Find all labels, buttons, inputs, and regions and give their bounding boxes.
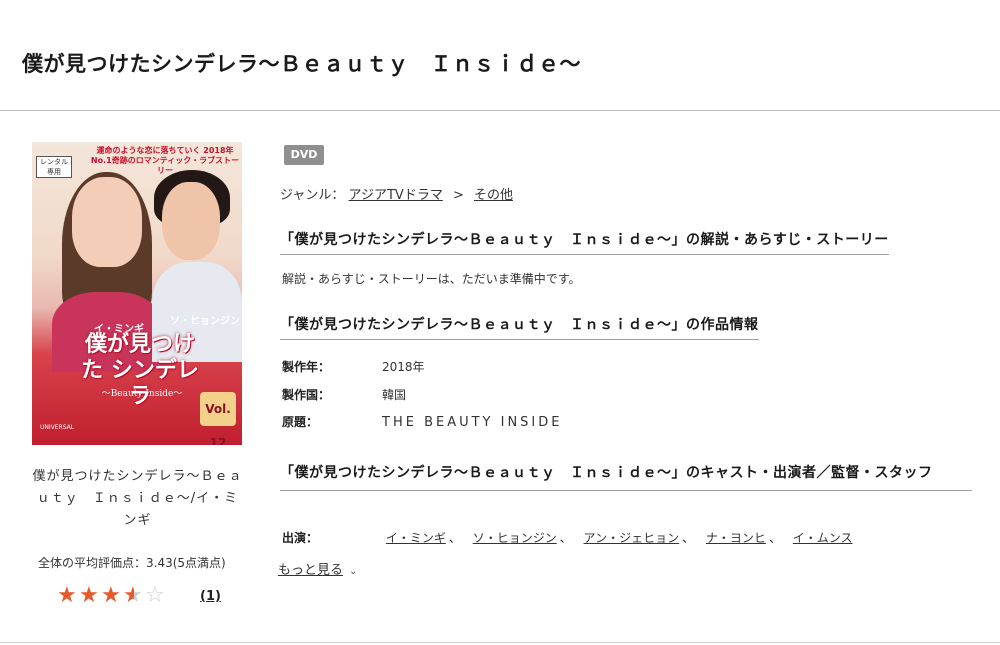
genre-label: ジャンル： xyxy=(280,188,345,203)
info-row-year: 製作年： 2018年 xyxy=(282,358,425,375)
info-key: 製作国： xyxy=(282,388,331,402)
volume-badge: Vol. 12 xyxy=(200,392,236,445)
show-more-button[interactable]: もっと見る ⌄ xyxy=(278,559,357,578)
star-icon: ☆ xyxy=(145,583,165,608)
star-icon: ★ xyxy=(123,585,145,607)
cast-link[interactable]: イ・ムンス xyxy=(793,531,853,545)
cover-cast-right: ソ・ヒョンジン xyxy=(170,316,240,327)
cast-link[interactable]: ソ・ヒョンジン xyxy=(473,531,557,545)
cover-figure-face-right xyxy=(162,182,220,260)
page-title: 僕が見つけたシンデレラ〜Ｂｅａｕｔｙ Ｉｎｓｉｄｅ〜 xyxy=(22,52,581,76)
product-caption: 僕が見つけたシンデレラ〜Ｂｅａｕｔｙ Ｉｎｓｉｄｅ〜/イ・ミンギ xyxy=(32,469,243,528)
synopsis-body: 解説・あらすじ・ストーリーは、ただいま準備中です。 xyxy=(282,272,581,286)
genre-breadcrumb: ジャンル： アジアTVドラマ > その他 xyxy=(280,184,513,203)
info-row-country: 製作国： 韓国 xyxy=(282,386,406,403)
genre-separator: > xyxy=(452,188,464,203)
rating-stars: ★ ★ ★ ★ ☆ xyxy=(57,585,167,607)
cast-comma: 、 xyxy=(448,531,461,545)
cover-logo-sub: 〜Beauty Inside〜 xyxy=(101,389,183,399)
cast-link[interactable]: イ・ミンギ xyxy=(386,531,446,545)
cast-heading: 「僕が見つけたシンデレラ〜Ｂｅａｕｔｙ Ｉｎｓｉｄｅ〜」のキャスト・出演者／監督… xyxy=(280,461,972,491)
title-bar: 僕が見つけたシンデレラ〜Ｂｅａｕｔｙ Ｉｎｓｉｄｅ〜 xyxy=(0,0,1000,111)
cast-row: 出演： イ・ミンギ、 ソ・ヒョンジン、 アン・ジェヒョン、 ナ・ヨンヒ、 イ・ム… xyxy=(282,529,853,546)
cast-comma: 、 xyxy=(768,531,781,545)
genre-link-asia-tv[interactable]: アジアTVドラマ xyxy=(349,188,443,203)
info-heading: 「僕が見つけたシンデレラ〜Ｂｅａｕｔｙ Ｉｎｓｉｄｅ〜」の作品情報 xyxy=(280,314,759,340)
info-key: 製作年： xyxy=(282,360,331,374)
info-key: 原題： xyxy=(282,415,319,429)
star-icon: ★ xyxy=(79,583,99,608)
brand-logo: UNIVERSAL xyxy=(40,424,75,431)
dvd-cover-image[interactable]: レンタル 専用 運命のような恋に落ちていく 2018年No.1奇跡のロマンティッ… xyxy=(32,142,242,445)
show-more-label: もっと見る xyxy=(278,563,344,578)
chevron-down-icon: ⌄ xyxy=(349,566,358,577)
cast-comma: 、 xyxy=(682,531,695,545)
info-value: 韓国 xyxy=(382,388,407,402)
info-value: THE BEAUTY INSIDE xyxy=(382,415,563,430)
cast-label: 出演： xyxy=(282,531,319,545)
media-type-badge: DVD xyxy=(284,145,324,165)
cast-comma: 、 xyxy=(559,531,572,545)
review-count-link[interactable]: (1) xyxy=(200,589,221,604)
info-row-original-title: 原題： THE BEAUTY INSIDE xyxy=(282,413,563,430)
genre-link-other[interactable]: その他 xyxy=(474,188,513,203)
bottom-divider xyxy=(0,642,1000,643)
average-rating-text: 全体の平均評価点：3.43(5点満点) xyxy=(38,556,226,570)
synopsis-heading: 「僕が見つけたシンデレラ〜Ｂｅａｕｔｙ Ｉｎｓｉｄｅ〜」の解説・あらすじ・ストー… xyxy=(280,229,889,255)
cast-link[interactable]: アン・ジェヒョン xyxy=(584,531,680,545)
info-value: 2018年 xyxy=(382,360,425,374)
cover-figure-face-left xyxy=(72,177,142,267)
star-icon: ★ xyxy=(57,583,77,608)
cast-link[interactable]: ナ・ヨンヒ xyxy=(706,531,766,545)
star-icon: ★ xyxy=(101,583,121,608)
rental-badge: レンタル 専用 xyxy=(36,156,72,178)
